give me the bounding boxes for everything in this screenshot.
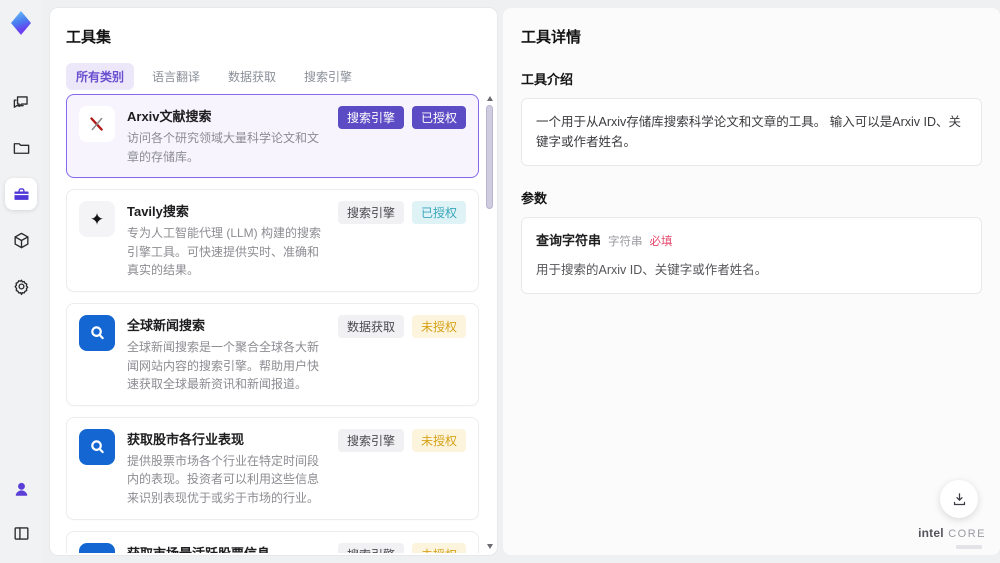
sidebar-item-settings[interactable] xyxy=(5,270,37,302)
params-heading: 参数 xyxy=(521,191,548,206)
scroll-down-icon[interactable] xyxy=(487,544,493,549)
news-search-icon xyxy=(86,550,108,553)
tool-card-title: 全球新闻搜索 xyxy=(127,317,206,333)
tool-card-list: Arxiv文献搜索 访问各个研究领域大量科学论文和文章的存储库。 搜索引擎 已授… xyxy=(66,94,479,553)
tool-card[interactable]: 获取股市各行业表现 提供股票市场各个行业在特定时间段内的表现。投资者可以利用这些… xyxy=(66,416,479,520)
brand-core: CORE xyxy=(948,528,986,541)
tool-card[interactable]: 全球新闻搜索 全球新闻搜索是一个聚合全球各大新闻网站内容的搜索引擎。帮助用户快速… xyxy=(66,302,479,406)
chat-icon xyxy=(13,95,28,108)
details-panel: 工具详情 工具介绍 一个用于从Arxiv存储库搜索科学论文和文章的工具。 输入可… xyxy=(503,8,1000,555)
tool-card-title: 获取市场最活跃股票信息 xyxy=(127,543,328,553)
status-badge: 未授权 xyxy=(411,428,466,452)
tab-3[interactable]: 搜索引擎 xyxy=(294,63,362,90)
scroll-up-icon[interactable] xyxy=(487,96,493,101)
intel-core-logo: intel CORE xyxy=(918,524,986,549)
sidebar-item-tools[interactable] xyxy=(5,178,37,210)
tool-card[interactable]: 获取市场最活跃股票信息 提供当天交易量最高的股票列表。投资者可以利用这些信息来识… xyxy=(66,530,479,553)
app-logo xyxy=(6,8,36,38)
status-badge: 未授权 xyxy=(411,314,466,338)
folder-icon xyxy=(13,142,29,154)
tools-panel-title: 工具集 xyxy=(66,29,112,46)
download-button[interactable] xyxy=(940,480,978,518)
tool-card-icon xyxy=(79,542,115,553)
brand-intel: intel xyxy=(918,526,944,541)
toolbox-icon xyxy=(13,187,29,200)
param-box: 查询字符串 字符串 必填 用于搜索的Arxiv ID、关键字或作者姓名。 xyxy=(521,217,982,294)
sidebar-item-collapse[interactable] xyxy=(5,517,37,549)
category-badge: 搜索引擎 xyxy=(337,201,404,225)
intro-heading: 工具介绍 xyxy=(521,72,574,87)
tool-card-icon: ✦ xyxy=(79,201,115,238)
param-name: 查询字符串 xyxy=(536,233,602,248)
category-badge: 搜索引擎 xyxy=(337,106,404,129)
tab-0[interactable]: 所有类别 xyxy=(66,63,135,90)
scrollbar-thumb[interactable] xyxy=(486,105,493,209)
category-badge: 数据获取 xyxy=(337,314,404,338)
tool-card-icon xyxy=(79,106,115,142)
tool-card-title: Arxiv文献搜索 xyxy=(127,109,212,124)
app-rail xyxy=(0,0,42,563)
gem-icon xyxy=(11,11,31,35)
collapse-panel-icon xyxy=(13,526,29,540)
status-badge: 已授权 xyxy=(411,106,466,129)
tool-card-desc: 访问各个研究领域大量科学论文和文章的存储库。 xyxy=(127,131,320,164)
user-icon xyxy=(15,482,27,496)
param-type: 字符串 xyxy=(608,236,643,248)
category-badge: 搜索引擎 xyxy=(337,542,404,553)
news-search-icon xyxy=(91,440,104,453)
download-icon xyxy=(953,492,965,505)
tool-card-desc: 提供股票市场各个行业在特定时间段内的表现。投资者可以利用这些信息来识别表现优于或… xyxy=(127,453,320,505)
sidebar-item-files[interactable] xyxy=(5,132,37,164)
tab-1[interactable]: 语言翻译 xyxy=(142,63,210,90)
details-panel-title: 工具详情 xyxy=(521,29,582,46)
tool-card[interactable]: ✦ Tavily搜索 专为人工智能代理 (LLM) 构建的搜索引擎工具。可快速提… xyxy=(66,189,479,292)
tool-card-desc: 专为人工智能代理 (LLM) 构建的搜索引擎工具。可快速提供实时、准确和真实的结… xyxy=(127,226,322,278)
category-tabs: 所有类别 语言翻译 数据获取 搜索引擎 xyxy=(50,47,497,100)
tools-panel: 工具集 所有类别 语言翻译 数据获取 搜索引擎 Arxiv文献搜索 访问各个研究领域大… xyxy=(50,8,497,555)
sidebar-item-packages[interactable] xyxy=(5,224,37,256)
package-icon xyxy=(13,232,29,248)
param-required-badge: 必填 xyxy=(649,236,673,248)
gear-icon xyxy=(13,278,28,295)
tavily-star-icon: ✦ xyxy=(89,209,105,229)
intro-box: 一个用于从Arxiv存储库搜索科学论文和文章的工具。 输入可以是Arxiv ID… xyxy=(521,98,982,166)
category-badge: 搜索引擎 xyxy=(337,428,404,452)
news-search-icon xyxy=(91,326,104,340)
tool-card-icon xyxy=(79,314,115,351)
tab-2[interactable]: 数据获取 xyxy=(218,63,286,90)
sidebar-item-account[interactable] xyxy=(5,473,37,505)
param-desc: 用于搜索的Arxiv ID、关键字或作者姓名。 xyxy=(536,262,768,277)
arxiv-icon xyxy=(90,117,103,131)
scrollbar[interactable] xyxy=(486,96,494,549)
tool-card-desc: 全球新闻搜索是一个聚合全球各大新闻网站内容的搜索引擎。帮助用户快速获取全球最新资… xyxy=(127,339,320,392)
status-badge: 已授权 xyxy=(411,201,466,225)
tool-card[interactable]: Arxiv文献搜索 访问各个研究领域大量科学论文和文章的存储库。 搜索引擎 已授… xyxy=(66,94,479,179)
tool-card-title: Tavily搜索 xyxy=(127,204,189,220)
tool-card-icon xyxy=(79,428,115,465)
sidebar-item-chat[interactable] xyxy=(5,86,37,118)
tool-card-title: 获取股市各行业表现 xyxy=(127,431,245,447)
status-badge: 未授权 xyxy=(411,542,466,553)
